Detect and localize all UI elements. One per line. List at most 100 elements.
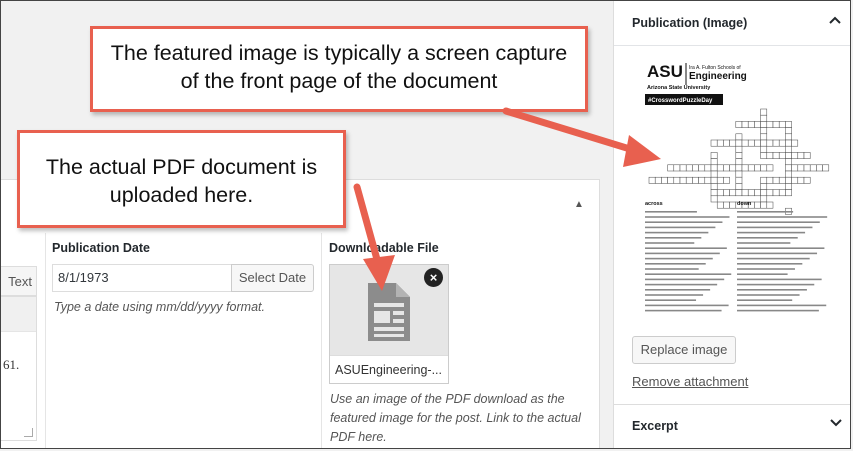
- crossword-cell: [710, 189, 718, 197]
- content-editor[interactable]: 61.: [1, 296, 37, 441]
- crossword-cell: [760, 133, 768, 141]
- publication-image-panel-header[interactable]: Publication (Image): [614, 1, 850, 46]
- crossword-cell: [772, 176, 780, 184]
- editor-toolbar: [1, 297, 36, 332]
- crossword-cell: [778, 121, 786, 128]
- clue-text-line: [645, 289, 711, 291]
- clue-text-line: [737, 247, 825, 249]
- screenshot-frame: ▲ Text 61. Publication Date 8/1/1973 Sel…: [0, 0, 851, 449]
- crossword-cell: [766, 189, 774, 197]
- crossword-cell: [791, 164, 799, 172]
- crossword-cell: [747, 121, 755, 128]
- publication-date-input[interactable]: 8/1/1973: [52, 264, 232, 292]
- crossword-cell: [698, 164, 706, 172]
- crossword-cell: [766, 164, 774, 172]
- crossword-cell: [760, 139, 768, 147]
- chevron-down-icon[interactable]: [830, 415, 842, 430]
- crossword-cell: [735, 189, 743, 197]
- clue-text-line: [737, 299, 793, 301]
- crossword-cell: [679, 164, 687, 172]
- crossword-cell: [785, 133, 792, 141]
- crossword-cell: [797, 176, 805, 184]
- crossword-cell: [710, 164, 718, 172]
- crossword-cell: [710, 183, 718, 190]
- crossword-cell: [816, 164, 823, 172]
- crossword-cell: [760, 145, 768, 153]
- crossword-cell: [741, 189, 749, 197]
- publication-date-label: Publication Date: [52, 241, 150, 255]
- select-date-button[interactable]: Select Date: [231, 264, 314, 292]
- crossword-cell: [785, 139, 792, 147]
- thumbnail-logo-engineering: Engineering: [689, 71, 747, 82]
- collapse-toggle-icon[interactable]: ▲: [574, 199, 584, 210]
- crossword-cell: [710, 139, 718, 147]
- clue-text-line: [737, 211, 794, 213]
- crossword-cell: [791, 152, 799, 159]
- crossword-cell: [778, 139, 786, 147]
- crossword-cell: [747, 164, 755, 172]
- crossword-cell: [716, 201, 724, 209]
- downloadable-file-hint: Use an image of the PDF download as the …: [330, 392, 581, 444]
- clue-text-line: [645, 247, 727, 249]
- crossword-cell: [760, 164, 768, 172]
- clue-text-line: [645, 268, 699, 270]
- crossword-cell: [735, 145, 743, 153]
- remove-file-icon[interactable]: ×: [424, 268, 443, 287]
- clue-text-line: [645, 257, 713, 260]
- featured-image-thumbnail[interactable]: ASU Ira A. Fulton Schools of Engineering…: [641, 57, 837, 319]
- clue-text-line: [645, 237, 702, 239]
- crossword-cell: [741, 121, 749, 128]
- crossword-cell: [785, 158, 792, 166]
- crossword-cell: [692, 164, 699, 172]
- pdf-upload-callout: The actual PDF document is uploaded here…: [17, 130, 346, 228]
- thumbnail-logo-university: Arizona State University: [647, 85, 711, 91]
- clue-text-line: [737, 309, 819, 312]
- publication-image-panel-title: Publication (Image): [632, 16, 748, 30]
- crossword-cell: [760, 201, 768, 209]
- clue-text-line: [737, 237, 798, 239]
- crossword-cell: [729, 139, 737, 147]
- crossword-cell: [760, 152, 768, 159]
- excerpt-panel-title[interactable]: Excerpt: [632, 419, 678, 433]
- crossword-cell: [716, 139, 724, 147]
- crossword-cell: [803, 152, 811, 159]
- crossword-cell: [723, 176, 730, 184]
- crossword-cell: [754, 189, 761, 197]
- crossword-cell: [741, 139, 749, 147]
- crossword-cell: [723, 164, 730, 172]
- column-divider: [45, 233, 46, 448]
- crossword-cell: [785, 127, 792, 135]
- text-tab[interactable]: Text: [1, 266, 37, 296]
- crossword-cell: [716, 164, 724, 172]
- crossword-cell: [785, 183, 792, 190]
- crossword-cell: [698, 176, 706, 184]
- remove-attachment-link[interactable]: Remove attachment: [632, 374, 748, 389]
- crossword-cell: [685, 164, 693, 172]
- clue-text-line: [645, 304, 729, 307]
- crossword-cell: [735, 176, 743, 184]
- clue-text-line: [737, 252, 818, 255]
- crossword-cell: [735, 121, 743, 128]
- crossword-cell: [772, 189, 780, 197]
- resize-grip-icon[interactable]: [24, 428, 33, 437]
- file-name-label: ASUEngineering-...: [330, 355, 448, 383]
- crossword-cell: [754, 139, 761, 147]
- clue-text-line: [737, 283, 815, 286]
- crossword-cell: [785, 152, 792, 159]
- crossword-cell: [785, 164, 792, 172]
- crossword-cell: [729, 201, 737, 209]
- column-divider: [321, 233, 322, 448]
- crossword-cell: [760, 189, 768, 197]
- replace-image-button[interactable]: Replace image: [632, 336, 736, 364]
- crossword-cell: [704, 164, 712, 172]
- crossword-cell: [754, 164, 761, 172]
- clue-text-line: [737, 289, 807, 291]
- crossword-cell: [735, 164, 743, 172]
- crossword-cell: [797, 164, 805, 172]
- crossword-cell: [803, 164, 811, 172]
- crossword-cell: [785, 189, 792, 197]
- crossword-cell: [673, 164, 681, 172]
- thumbnail-down-title: down: [737, 201, 752, 207]
- crossword-cell: [747, 189, 755, 197]
- chevron-up-icon[interactable]: [829, 13, 841, 28]
